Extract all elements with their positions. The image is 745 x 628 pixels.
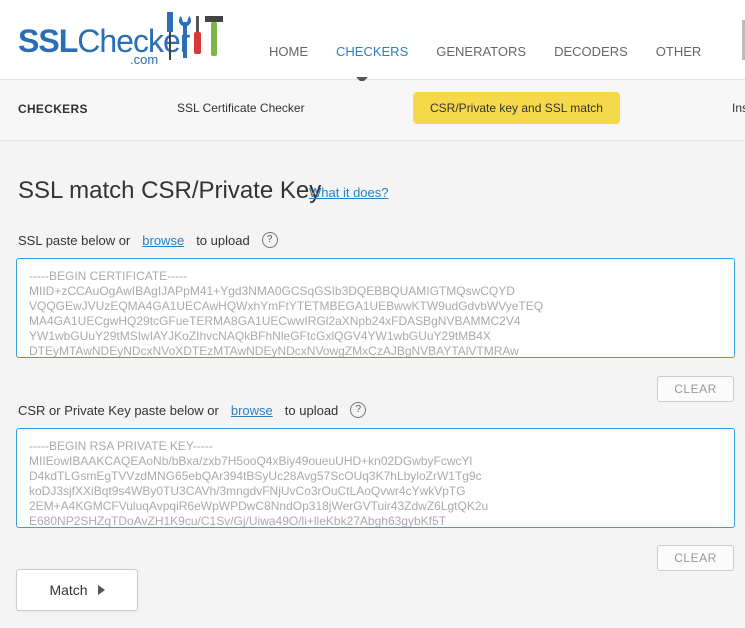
ssl-clear-button[interactable]: CLEAR xyxy=(657,376,734,402)
match-button[interactable]: Match xyxy=(16,569,138,611)
play-arrow-icon xyxy=(97,585,105,595)
nav-checkers[interactable]: CHECKERS xyxy=(336,44,408,59)
ssl-browse-link[interactable]: browse xyxy=(142,233,184,248)
what-it-does-link[interactable]: What it does? xyxy=(309,185,389,200)
top-header: SSLChecker .com HOME CHECKERS GENERATORS… xyxy=(0,0,745,80)
nav-home[interactable]: HOME xyxy=(269,44,308,59)
match-button-label: Match xyxy=(49,582,88,598)
nav-other[interactable]: OTHER xyxy=(656,44,702,59)
csr-private-key-textarea[interactable]: -----BEGIN RSA PRIVATE KEY----- MIIEowIB… xyxy=(16,428,735,528)
subnav-ssl-certificate-checker[interactable]: SSL Certificate Checker xyxy=(177,101,305,115)
page-title: SSL match CSR/Private Key xyxy=(18,177,322,204)
main-nav: HOME CHECKERS GENERATORS DECODERS OTHER xyxy=(255,44,715,59)
ssl-field-label: SSL paste below or browse to upload ? xyxy=(18,232,278,248)
subnav-section-label: CHECKERS xyxy=(18,102,88,116)
sub-nav: CHECKERS SSL Certificate Checker CSR/Pri… xyxy=(0,81,745,141)
nav-generators[interactable]: GENERATORS xyxy=(436,44,526,59)
main-content: SSL match CSR/Private Key What it does? … xyxy=(0,142,745,628)
logo-domain-suffix: .com xyxy=(130,52,159,67)
subnav-item-cut-off[interactable]: Ins xyxy=(732,101,745,115)
csr-help-icon[interactable]: ? xyxy=(350,402,367,418)
ssl-certificate-textarea[interactable]: -----BEGIN CERTIFICATE----- MIID+zCCAuOg… xyxy=(16,258,735,358)
csr-field-label: CSR or Private Key paste below or browse… xyxy=(18,402,367,418)
nav-decoders[interactable]: DECODERS xyxy=(554,44,628,59)
tools-icon xyxy=(167,12,223,60)
csr-clear-button[interactable]: CLEAR xyxy=(657,545,734,571)
csr-browse-link[interactable]: browse xyxy=(231,403,273,418)
subnav-csr-key-ssl-match[interactable]: CSR/Private key and SSL match xyxy=(413,92,620,124)
ssl-help-icon[interactable]: ? xyxy=(261,232,278,248)
